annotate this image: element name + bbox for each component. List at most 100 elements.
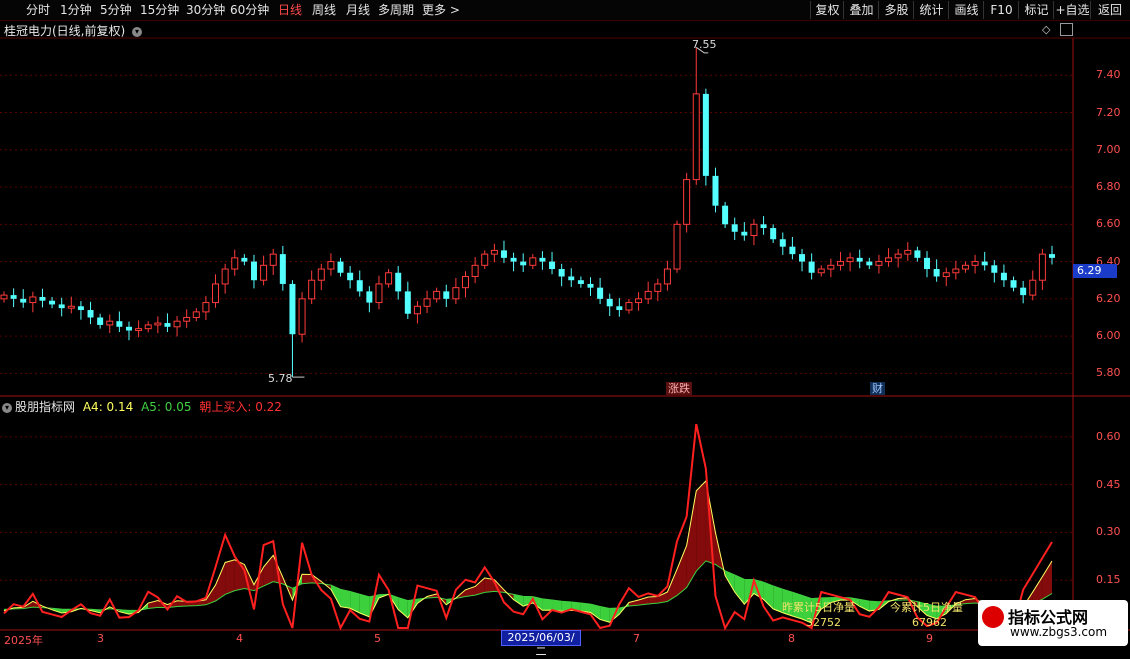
candle-body-35 <box>337 261 344 273</box>
event-tag-cai[interactable]: 财 <box>870 382 885 395</box>
ind-fill-56 <box>542 598 553 611</box>
candle-body-78 <box>750 223 758 236</box>
candle-body-41 <box>395 272 402 292</box>
event-tag-zhangdie[interactable]: 涨跌 <box>666 382 692 395</box>
candle-body-36 <box>347 272 354 281</box>
candle-body-56 <box>539 257 546 262</box>
candle-body-58 <box>558 269 565 277</box>
candle-body-76 <box>731 224 738 232</box>
candle-body-100 <box>961 264 969 270</box>
indicator-header: ▾ 股朋指标网 A4: 0.14 A5: 0.05 朝上买入: 0.22 <box>2 398 282 415</box>
x-tick-6: 9 <box>926 632 933 645</box>
candle-body-15 <box>144 324 152 330</box>
candle-body-109 <box>1049 254 1055 258</box>
candle-body-91 <box>875 261 883 266</box>
candle-body-85 <box>817 268 825 274</box>
selected-date-box: 2025/06/03/二 <box>501 630 581 658</box>
candle-body-8 <box>77 306 84 311</box>
candle-body-2 <box>20 298 27 303</box>
stat-yesterday-label: 昨累计5日净量 <box>782 601 855 614</box>
candle-body-87 <box>836 261 844 266</box>
candle-body-84 <box>808 261 815 273</box>
candle-body-86 <box>827 264 835 270</box>
candle-body-67 <box>644 290 652 300</box>
candle-body-69 <box>663 268 671 285</box>
ind-fill-31 <box>302 574 312 584</box>
candle-body-79 <box>760 224 767 229</box>
candle-body-43 <box>413 305 421 315</box>
candle-body-47 <box>452 287 460 300</box>
candle-body-10 <box>97 317 104 325</box>
candle-body-23 <box>221 268 229 285</box>
ind-fill-36 <box>350 591 360 613</box>
candle-body-108 <box>1038 253 1046 281</box>
candle-body-59 <box>568 276 575 281</box>
price-tick-1: 7.20 <box>1096 105 1121 119</box>
stat-today-label: 今累计5日净量 <box>890 601 963 614</box>
price-tick-2: 7.00 <box>1096 142 1121 156</box>
ind-fill-35 <box>340 589 351 609</box>
candle-body-88 <box>846 257 854 263</box>
candle-body-1 <box>10 295 17 299</box>
high-price-annotation: 7.55 <box>692 38 717 51</box>
buy-value: 朝上买入: 0.22 <box>199 400 282 414</box>
x-tick-2: 4 <box>236 632 243 645</box>
candle-body-75 <box>722 205 729 225</box>
candle-body-92 <box>885 257 893 263</box>
candle-body-81 <box>779 239 786 247</box>
candle-body-97 <box>933 269 940 277</box>
candle-body-94 <box>904 249 912 255</box>
price-tick-7: 6.00 <box>1096 329 1121 343</box>
x-tick-3: 5 <box>374 632 381 645</box>
stat-today-value: 67962 <box>912 616 947 629</box>
candle-body-31 <box>298 298 306 335</box>
candle-body-104 <box>1000 272 1007 281</box>
ind-fill-72 <box>696 480 706 572</box>
price-tick-6: 6.20 <box>1096 291 1121 305</box>
candle-body-72 <box>692 93 700 181</box>
indicator-dropdown-icon[interactable]: ▾ <box>2 402 12 413</box>
candle-body-62 <box>597 287 604 299</box>
ind-fill-108 <box>1042 561 1052 600</box>
candle-body-80 <box>770 228 777 240</box>
candle-body-90 <box>866 261 873 266</box>
candle-body-17 <box>164 323 171 327</box>
candle-body-45 <box>433 290 441 300</box>
x-tick-4: 7 <box>633 632 640 645</box>
candle-body-106 <box>1020 287 1027 296</box>
candle-body-65 <box>625 302 633 311</box>
ind-fill-27 <box>263 555 274 587</box>
candle-body-19 <box>183 316 191 322</box>
chart-canvas[interactable] <box>0 0 1130 650</box>
candle-body-37 <box>356 280 363 292</box>
candle-body-9 <box>87 310 94 318</box>
indicator-tick-2: 0.30 <box>1096 525 1121 539</box>
candle-body-93 <box>894 253 902 259</box>
stat-yesterday-value: 32752 <box>806 616 841 629</box>
candle-body-102 <box>981 261 988 266</box>
candle-body-40 <box>385 272 393 285</box>
candle-body-25 <box>241 257 248 262</box>
candle-body-24 <box>231 257 239 270</box>
candle-body-28 <box>269 253 277 266</box>
candle-body-46 <box>443 291 450 299</box>
candle-body-42 <box>404 291 411 314</box>
candle-body-66 <box>635 298 643 304</box>
candle-body-30 <box>289 283 296 335</box>
candle-body-70 <box>673 223 681 270</box>
candle-body-64 <box>616 306 623 311</box>
price-tick-4: 6.60 <box>1096 217 1121 231</box>
ind-fill-76 <box>734 574 745 605</box>
candle-body-6 <box>58 304 65 309</box>
indicator-name: 股朋指标网 <box>15 400 76 414</box>
candle-body-54 <box>520 261 527 266</box>
candle-body-48 <box>462 275 470 289</box>
candle-body-32 <box>308 279 316 300</box>
price-tick-0: 7.40 <box>1096 68 1121 82</box>
candle-body-105 <box>1010 280 1017 288</box>
candle-body-11 <box>106 320 114 326</box>
candle-body-44 <box>423 298 431 307</box>
candle-body-57 <box>549 261 556 270</box>
current-price-tag: 6.29 <box>1073 264 1117 278</box>
candle-body-83 <box>799 254 806 262</box>
